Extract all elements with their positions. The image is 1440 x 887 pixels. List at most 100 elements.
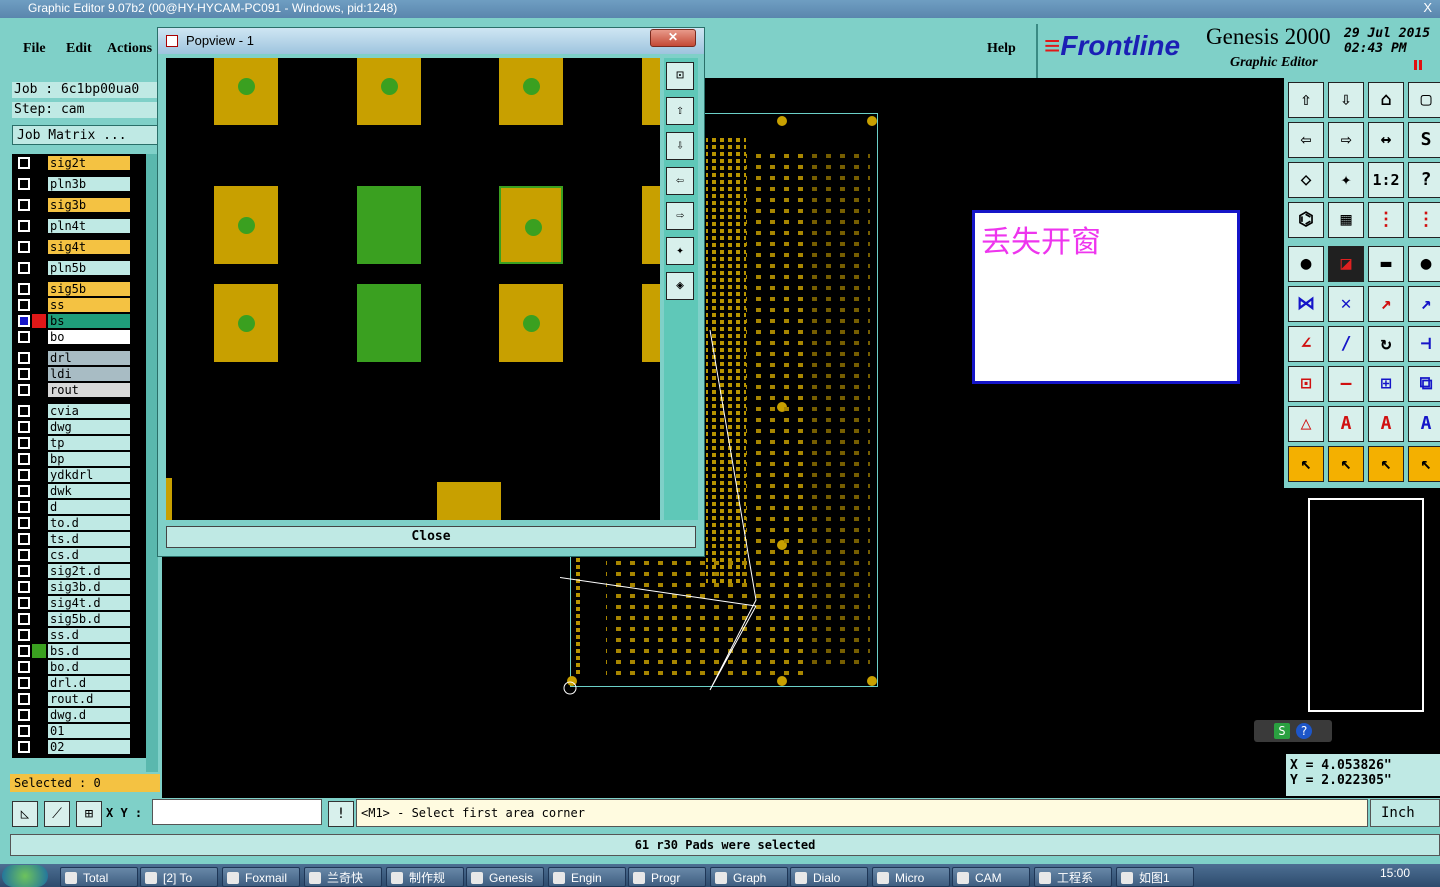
layer-row[interactable]: bs.d xyxy=(14,644,132,658)
layer-row[interactable]: drl.d xyxy=(14,676,132,690)
toolbar-button[interactable]: ◪ xyxy=(1328,246,1364,282)
menu-help[interactable]: Help xyxy=(987,41,1016,57)
layer-checkbox[interactable] xyxy=(18,299,30,311)
alert-icon[interactable]: ! xyxy=(328,801,354,827)
layer-checkbox[interactable] xyxy=(18,613,30,625)
popview-canvas[interactable] xyxy=(166,58,660,520)
layer-row[interactable]: ts.d xyxy=(14,532,132,546)
layer-checkbox[interactable] xyxy=(18,677,30,689)
pan-down-icon[interactable]: ⇩ xyxy=(666,132,694,160)
toolbar-button[interactable]: A xyxy=(1368,406,1404,442)
layer-color-swatch[interactable] xyxy=(32,351,46,365)
toolbar-button[interactable]: △ xyxy=(1288,406,1324,442)
layer-color-swatch[interactable] xyxy=(32,580,46,594)
layer-row[interactable]: tp xyxy=(14,436,132,450)
toolbar-button[interactable]: 1:2 xyxy=(1368,162,1404,198)
layer-color-swatch[interactable] xyxy=(32,516,46,530)
floating-ime-bar[interactable]: S ? xyxy=(1254,720,1332,742)
layer-color-swatch[interactable] xyxy=(32,660,46,674)
layer-name[interactable]: sig5b xyxy=(48,282,130,296)
zoom-in-icon[interactable]: ✦ xyxy=(666,237,694,265)
layer-color-swatch[interactable] xyxy=(32,564,46,578)
layer-name[interactable]: ydkdrl xyxy=(48,468,130,482)
pan-right-icon[interactable]: ⇨ xyxy=(666,202,694,230)
layer-color-swatch[interactable] xyxy=(32,692,46,706)
layer-color-swatch[interactable] xyxy=(32,198,46,212)
toolbar-button[interactable]: ⋈ xyxy=(1288,286,1324,322)
layer-row[interactable]: pln3b xyxy=(14,177,132,191)
layer-name[interactable]: drl xyxy=(48,351,130,365)
toolbar-button[interactable]: ↗ xyxy=(1408,286,1440,322)
taskbar-item[interactable]: 制作规 xyxy=(386,867,464,887)
toolbar-button[interactable]: — xyxy=(1328,366,1364,402)
layer-row[interactable]: dwg xyxy=(14,420,132,434)
toolbar-button[interactable]: S xyxy=(1408,122,1440,158)
layer-row[interactable]: dwk xyxy=(14,484,132,498)
layer-name[interactable]: sig5b.d xyxy=(48,612,130,626)
layer-row[interactable]: sig5b xyxy=(14,282,132,296)
layer-row[interactable]: sig2t.d xyxy=(14,564,132,578)
layer-color-swatch[interactable] xyxy=(32,468,46,482)
zoom-fit-icon[interactable]: ⊡ xyxy=(666,62,694,90)
layer-checkbox[interactable] xyxy=(18,352,30,364)
layer-name[interactable]: sig3b.d xyxy=(48,580,130,594)
taskbar-item[interactable]: [2] To xyxy=(140,867,218,887)
taskbar-item[interactable]: Genesis xyxy=(466,867,544,887)
layer-color-swatch[interactable] xyxy=(32,404,46,418)
select-tool-button[interactable]: ↖ xyxy=(1408,446,1440,482)
layer-color-swatch[interactable] xyxy=(32,240,46,254)
layer-row[interactable]: sig4t xyxy=(14,240,132,254)
layer-checkbox[interactable] xyxy=(18,453,30,465)
layer-color-swatch[interactable] xyxy=(32,628,46,642)
layer-color-swatch[interactable] xyxy=(32,282,46,296)
layer-color-swatch[interactable] xyxy=(32,612,46,626)
layer-row[interactable]: cvia xyxy=(14,404,132,418)
menu-actions[interactable]: Actions xyxy=(107,41,152,57)
pause-icon[interactable] xyxy=(1414,60,1422,70)
taskbar-item[interactable]: Foxmail xyxy=(222,867,300,887)
toolbar-button[interactable]: ● xyxy=(1408,246,1440,282)
layer-name[interactable]: bs xyxy=(48,314,130,328)
toolbar-button[interactable]: / xyxy=(1328,326,1364,362)
layer-color-swatch[interactable] xyxy=(32,484,46,498)
layer-name[interactable]: sig2t xyxy=(48,156,130,170)
layer-checkbox[interactable] xyxy=(18,741,30,753)
popview-close-button[interactable]: Close xyxy=(166,526,696,548)
pan-up-icon[interactable]: ⇧ xyxy=(666,97,694,125)
layer-color-swatch[interactable] xyxy=(32,177,46,191)
layer-row[interactable]: sig4t.d xyxy=(14,596,132,610)
layer-name[interactable]: ldi xyxy=(48,367,130,381)
layer-color-swatch[interactable] xyxy=(32,420,46,434)
layer-name[interactable]: dwk xyxy=(48,484,130,498)
toolbar-button[interactable]: ? xyxy=(1408,162,1440,198)
layer-checkbox[interactable] xyxy=(18,199,30,211)
layer-name[interactable]: tp xyxy=(48,436,130,450)
layer-checkbox[interactable] xyxy=(18,501,30,513)
ime-s-icon[interactable]: S xyxy=(1274,723,1290,739)
layer-checkbox[interactable] xyxy=(18,241,30,253)
layer-checkbox[interactable] xyxy=(18,533,30,545)
layer-name[interactable]: drl.d xyxy=(48,676,130,690)
grid-icon[interactable]: ⊞ xyxy=(76,801,102,827)
toolbar-button[interactable]: ↔ xyxy=(1368,122,1404,158)
layer-checkbox[interactable] xyxy=(18,220,30,232)
toolbar-button[interactable]: ↻ xyxy=(1368,326,1404,362)
toolbar-button[interactable]: ▢ xyxy=(1408,82,1440,118)
snap-icon[interactable]: ◺ xyxy=(12,801,38,827)
menu-file[interactable]: File xyxy=(23,41,46,57)
layer-checkbox[interactable] xyxy=(18,178,30,190)
layer-name[interactable]: bo.d xyxy=(48,660,130,674)
toolbar-button[interactable]: ⋮ xyxy=(1368,202,1404,238)
layer-color-swatch[interactable] xyxy=(32,452,46,466)
layer-checkbox[interactable] xyxy=(18,384,30,396)
layer-checkbox[interactable] xyxy=(18,549,30,561)
toolbar-button[interactable]: ◇ xyxy=(1288,162,1324,198)
job-matrix-button[interactable]: Job Matrix ... xyxy=(12,125,158,145)
layer-checkbox[interactable] xyxy=(18,437,30,449)
layer-color-swatch[interactable] xyxy=(32,548,46,562)
layer-row[interactable]: pln4t xyxy=(14,219,132,233)
layer-name[interactable]: to.d xyxy=(48,516,130,530)
select-tool-button[interactable]: ↖ xyxy=(1368,446,1404,482)
layer-row[interactable]: bs xyxy=(14,314,132,328)
toolbar-button[interactable]: ▦ xyxy=(1328,202,1364,238)
